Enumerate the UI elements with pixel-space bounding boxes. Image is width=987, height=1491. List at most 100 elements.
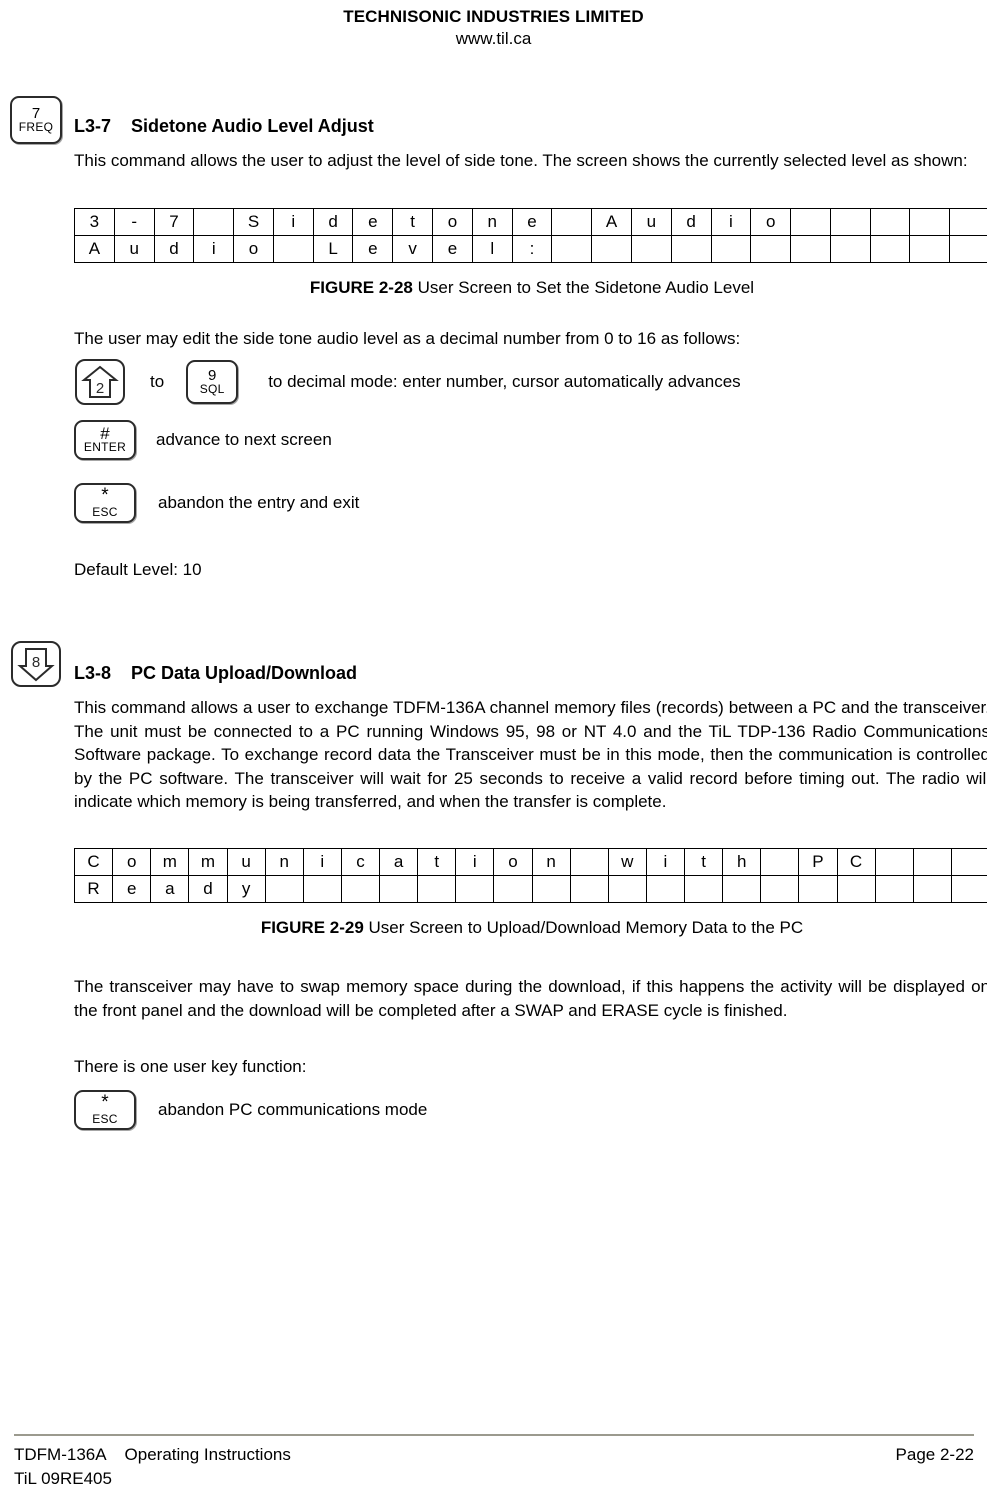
- key-row-decimal-mode-desc: to decimal mode: enter number, cursor au…: [268, 372, 741, 391]
- lcd-cell: a: [150, 875, 190, 903]
- document-page: TECHNISONIC INDUSTRIES LIMITED www.til.c…: [0, 0, 987, 1491]
- section-l3-8-heading: L3-8 PC Data Upload/Download: [74, 662, 987, 684]
- lcd-cell: h: [722, 848, 762, 876]
- key-row-enter-desc: advance to next screen: [156, 430, 332, 449]
- lcd-cell: i: [272, 208, 314, 236]
- lcd-cell: i: [645, 848, 686, 876]
- footer-doc-type: Operating Instructions: [124, 1445, 291, 1464]
- lcd-cell: :: [511, 235, 553, 263]
- section-l3-8-title: PC Data Upload/Download: [131, 663, 358, 683]
- lcd-cell: [869, 208, 911, 236]
- key-9-sql-bottom: SQL: [199, 382, 225, 396]
- figure-2-28-text: User Screen to Set the Sidetone Audio Le…: [417, 278, 755, 297]
- lcd-cell: u: [113, 235, 155, 263]
- lcd-cell: u: [630, 208, 672, 236]
- lcd-screen-pc-comm: Communication with PC Ready: [73, 848, 987, 903]
- lcd-cell: 7: [153, 208, 195, 236]
- user-key-note-block: There is one user key function:: [74, 1055, 987, 1079]
- lcd-cell: [949, 208, 987, 236]
- lcd-cell: i: [302, 848, 342, 876]
- key-7-freq-bottom: FREQ: [18, 120, 54, 134]
- lcd-cell: o: [432, 208, 473, 236]
- key-row-connector: to: [150, 372, 165, 391]
- document-header: TECHNISONIC INDUSTRIES LIMITED www.til.c…: [0, 6, 987, 50]
- lcd-cell: a: [378, 848, 419, 876]
- lcd-cell: [591, 235, 632, 263]
- key-star-esc-top: *: [101, 485, 109, 506]
- section-l3-7-heading: L3-7 Sidetone Audio Level Adjust: [74, 115, 987, 137]
- default-level-text: Default Level: 10: [74, 560, 202, 579]
- lcd-cell: 3: [74, 208, 115, 236]
- lcd-cell: [750, 235, 792, 263]
- margin-key-freq: 7 FREQ: [10, 96, 62, 144]
- section-l3-8: L3-8 PC Data Upload/Download This comman…: [74, 662, 987, 814]
- key-row-esc-pc-desc: abandon PC communications mode: [158, 1100, 428, 1119]
- lcd-cell: S: [233, 208, 274, 236]
- lcd-row: Communication with PC: [73, 848, 987, 876]
- lcd-cell: A: [74, 235, 115, 263]
- footer-page-number: Page 2-22: [895, 1445, 974, 1464]
- key-star-esc: * ESC: [74, 483, 136, 523]
- lcd-cell: [790, 235, 831, 263]
- lcd-cell: -: [113, 208, 155, 236]
- lcd-cell: [417, 875, 457, 903]
- lcd-cell: L: [312, 235, 354, 263]
- lcd-cell: [551, 235, 593, 263]
- lcd-cell: [302, 875, 342, 903]
- section-l3-7: L3-7 Sidetone Audio Level Adjust This co…: [74, 115, 987, 173]
- lcd-cell: [683, 875, 724, 903]
- lcd-cell: [645, 875, 686, 903]
- figure-2-29-label: FIGURE 2-29: [260, 918, 364, 937]
- lcd-cell: [607, 875, 647, 903]
- key-row-decimal-mode: 2 to 9 SQL to decimal mode: enter number…: [74, 358, 987, 406]
- section-l3-8-number: L3-8: [74, 663, 112, 683]
- lcd-cell: C: [73, 848, 114, 876]
- footer-row-top: TDFM-136A Operating Instructions Page 2-…: [14, 1443, 974, 1467]
- lcd-cell: [264, 875, 304, 903]
- figure-2-29-caption: FIGURE 2-29 User Screen to Upload/Downlo…: [74, 917, 987, 939]
- figure-2-29-text: User Screen to Upload/Download Memory Da…: [368, 918, 804, 937]
- lcd-cell: o: [233, 235, 274, 263]
- lcd-cell: e: [352, 208, 394, 236]
- lcd-cell: n: [264, 848, 304, 876]
- lcd-cell: C: [836, 848, 876, 876]
- lcd-cell: [760, 848, 800, 876]
- lcd-cell: [869, 235, 911, 263]
- lcd-cell: [760, 875, 800, 903]
- lcd-cell: t: [417, 848, 457, 876]
- svg-text:2: 2: [96, 380, 104, 397]
- section-l3-7-intro: This command allows the user to adjust t…: [74, 151, 968, 170]
- lcd-cell: [874, 848, 914, 876]
- section-l3-7-edit-note-block: The user may edit the side tone audio le…: [74, 327, 987, 351]
- key-7-freq-top: 7: [31, 105, 41, 122]
- lcd-row: Ready: [73, 875, 987, 903]
- section-l3-8-intro: This command allows a user to exchange T…: [74, 698, 987, 811]
- lcd-screen-sidetone-body: 3-7 Sidetone Audio Audio Level:: [74, 208, 987, 263]
- lcd-cell: P: [798, 848, 838, 876]
- key-9-sql-top: 9: [208, 367, 217, 384]
- lcd-cell: l: [471, 235, 513, 263]
- lcd-cell: [193, 208, 235, 236]
- lcd-cell: [569, 848, 609, 876]
- lcd-cell: v: [392, 235, 434, 263]
- lcd-cell: w: [607, 848, 647, 876]
- lcd-screen-pc-comm-body: Communication with PC Ready: [73, 848, 987, 903]
- lcd-cell: o: [493, 848, 533, 876]
- lcd-cell: y: [226, 875, 266, 903]
- lcd-cell: t: [683, 848, 724, 876]
- lcd-cell: e: [112, 875, 152, 903]
- lcd-row: 3-7 Sidetone Audio: [74, 208, 987, 236]
- lcd-cell: [670, 235, 712, 263]
- lcd-cell: o: [750, 208, 792, 236]
- lcd-cell: m: [150, 848, 190, 876]
- lcd-cell: i: [710, 208, 752, 236]
- lcd-cell: [340, 875, 381, 903]
- lcd-cell: o: [112, 848, 152, 876]
- lcd-cell: [569, 875, 609, 903]
- figure-2-28-caption: FIGURE 2-28 User Screen to Set the Sidet…: [74, 277, 987, 299]
- lcd-cell: t: [392, 208, 434, 236]
- lcd-cell: [493, 875, 533, 903]
- lcd-cell: [531, 875, 571, 903]
- swap-note-text: The transceiver may have to swap memory …: [74, 977, 987, 1020]
- lcd-cell: m: [188, 848, 228, 876]
